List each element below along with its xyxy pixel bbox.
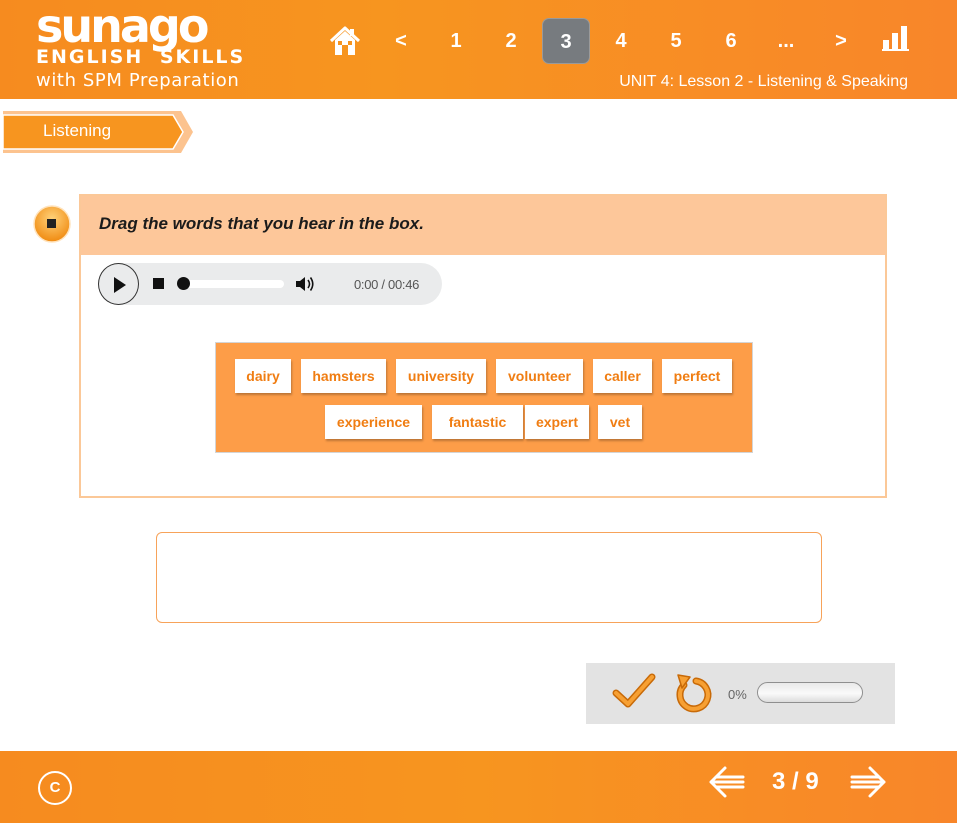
home-icon[interactable]: [328, 24, 362, 58]
word-tile[interactable]: university: [396, 359, 486, 393]
stats-icon[interactable]: [882, 25, 910, 51]
section-tab: [3, 111, 193, 153]
play-icon[interactable]: [98, 263, 139, 305]
nav-page-5[interactable]: 5: [652, 18, 700, 64]
nav-prev-button[interactable]: <: [377, 18, 425, 64]
word-tile[interactable]: caller: [593, 359, 652, 393]
audio-player: 0:00 / 00:46: [98, 263, 442, 305]
score-progress-bar: [757, 682, 863, 703]
word-tile[interactable]: expert: [525, 405, 589, 439]
nav-next-button[interactable]: >: [817, 18, 865, 64]
nav-ellipsis[interactable]: ...: [762, 18, 810, 64]
word-tile[interactable]: experience: [325, 405, 422, 439]
stop-icon[interactable]: [153, 278, 164, 289]
footer: C 3 / 9: [0, 751, 957, 823]
word-tile[interactable]: volunteer: [496, 359, 583, 393]
score-percent: 0%: [728, 687, 747, 702]
word-bank: dairy hamsters university volunteer call…: [215, 342, 753, 453]
word-tile[interactable]: fantastic: [432, 405, 523, 439]
logo-tagline: with SPM Preparation: [36, 70, 240, 91]
app-logo: sunago ENGLISH SKILLS with SPM Preparati…: [36, 0, 246, 91]
audio-time: 0:00 / 00:46: [354, 277, 420, 292]
nav-page-6[interactable]: 6: [707, 18, 755, 64]
nav-page-3[interactable]: 3: [542, 18, 590, 64]
word-tile[interactable]: vet: [598, 405, 642, 439]
check-answer-icon[interactable]: [612, 671, 656, 711]
nav-page-4[interactable]: 4: [597, 18, 645, 64]
word-tile[interactable]: hamsters: [301, 359, 386, 393]
logo-subtitle: ENGLISH SKILLS: [36, 46, 246, 68]
copyright-button[interactable]: C: [38, 771, 72, 805]
answer-drop-zone[interactable]: [156, 532, 822, 623]
nav-page-1[interactable]: 1: [432, 18, 480, 64]
audio-seek-handle[interactable]: [177, 277, 190, 290]
main-content: Listening Drag the words that you hear i…: [3, 99, 953, 751]
page-counter: 3 / 9: [772, 768, 819, 795]
audio-seek-bar[interactable]: [182, 280, 284, 288]
arrow-left-icon[interactable]: [708, 765, 746, 799]
unit-lesson-label: UNIT 4: Lesson 2 - Listening & Speaking: [619, 73, 908, 90]
reset-icon[interactable]: [674, 671, 716, 715]
header: sunago ENGLISH SKILLS with SPM Preparati…: [0, 0, 957, 99]
question-instruction: Drag the words that you hear in the box.: [81, 196, 885, 255]
word-tile[interactable]: dairy: [235, 359, 291, 393]
word-tile[interactable]: perfect: [662, 359, 732, 393]
volume-icon[interactable]: [294, 274, 316, 294]
stop-audio-button[interactable]: [33, 205, 71, 243]
nav-page-2[interactable]: 2: [487, 18, 535, 64]
arrow-right-icon[interactable]: [849, 765, 887, 799]
question-panel: Drag the words that you hear in the box.…: [79, 194, 887, 498]
score-panel: 0%: [586, 663, 895, 724]
logo-brand: sunago: [36, 0, 209, 53]
